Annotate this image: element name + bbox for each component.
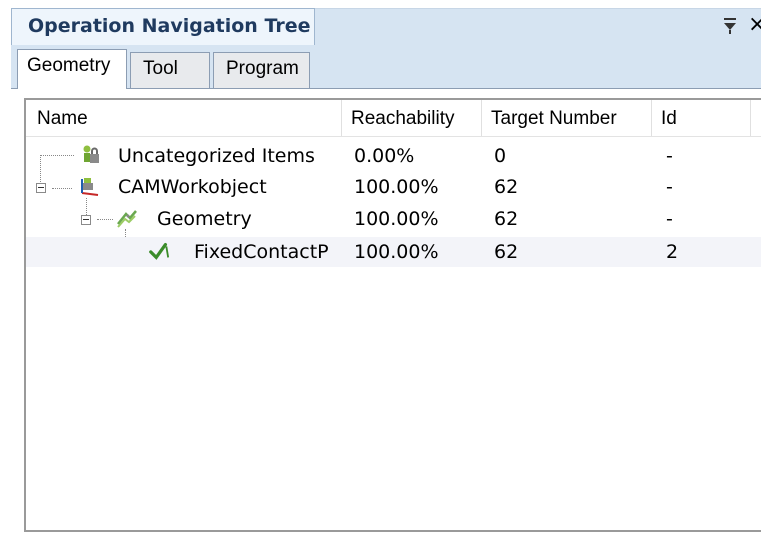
column-header-target-number[interactable]: Target Number	[482, 100, 652, 136]
fixed-contact-icon	[149, 242, 170, 260]
pin-icon[interactable]	[721, 15, 739, 37]
geometry-icon	[117, 210, 137, 228]
tab-tool[interactable]: Tool	[130, 52, 210, 88]
row-reachability: 100.00%	[354, 241, 439, 263]
row-target-number: 0	[494, 145, 507, 167]
tab-program[interactable]: Program	[213, 52, 310, 88]
column-header-name[interactable]: Name	[28, 100, 342, 136]
row-id: -	[666, 176, 673, 198]
tree-row-geometry[interactable]: Geometry 100.00% 62 -	[26, 205, 761, 235]
tree-row-fixedcontactp[interactable]: FixedContactP 100.00% 62 2	[26, 237, 761, 267]
workobject-icon	[81, 178, 99, 196]
row-target-number: 62	[494, 241, 519, 263]
row-reachability: 100.00%	[354, 176, 439, 198]
column-header-id[interactable]: Id	[652, 100, 751, 136]
tree-row-uncategorized-items[interactable]: Uncategorized Items 0.00% 0 -	[26, 141, 761, 171]
row-reachability: 100.00%	[354, 208, 439, 230]
uncategorized-icon	[83, 145, 99, 163]
row-name: FixedContactP	[194, 241, 329, 263]
panel-title: Operation Navigation Tree	[28, 15, 311, 37]
close-icon[interactable]: ×	[748, 12, 761, 37]
row-name: CAMWorkobject	[118, 176, 267, 198]
row-id: 2	[666, 241, 679, 263]
column-header-reachability[interactable]: Reachability	[342, 100, 482, 136]
row-name: Geometry	[157, 208, 252, 230]
row-target-number: 62	[494, 176, 519, 198]
tab-geometry[interactable]: Geometry	[17, 49, 127, 89]
row-id: -	[666, 208, 673, 230]
row-id: -	[666, 145, 673, 167]
tree-row-camworkobject[interactable]: CAMWorkobject 100.00% 62 -	[26, 173, 761, 203]
row-reachability: 0.00%	[354, 145, 415, 167]
row-name: Uncategorized Items	[118, 145, 315, 167]
row-target-number: 62	[494, 208, 519, 230]
